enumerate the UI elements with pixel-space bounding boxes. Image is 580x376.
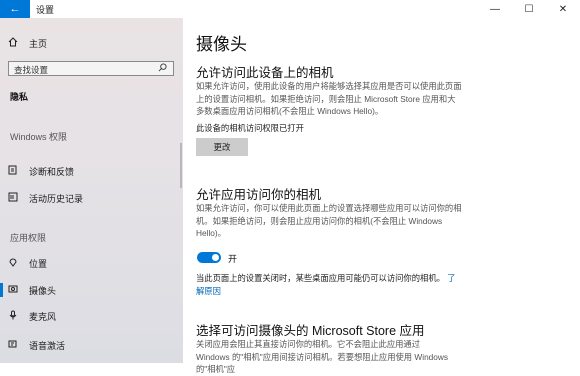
sidebar-scrollbar[interactable] <box>180 143 182 188</box>
sidebar-item-activity-history[interactable]: 活动历史记录 <box>0 191 183 205</box>
sidebar-section-privacy: 隐私 <box>10 92 29 102</box>
app-title: 设置 <box>36 5 55 15</box>
sidebar-item-label: 摄像头 <box>29 285 57 296</box>
back-arrow-icon: ← <box>9 3 21 15</box>
toggle-knob <box>212 254 219 261</box>
sidebar-item-voice-activation[interactable]: 语音激活 <box>0 338 183 352</box>
device-access-status: 此设备的相机访问权限已打开 <box>196 123 304 133</box>
sidebar-section-windows-permissions: Windows 权限 <box>10 132 68 142</box>
camera-icon <box>6 284 20 297</box>
sidebar-item-diagnostics[interactable]: 诊断和反馈 <box>0 164 183 178</box>
search-input[interactable]: 查找设置 <box>8 61 174 76</box>
minimize-icon: — <box>490 3 500 15</box>
window-controls: — ☐ ✕ <box>478 0 580 18</box>
sidebar-item-label: 麦克风 <box>29 311 57 322</box>
sidebar-item-label: 诊断和反馈 <box>29 166 75 177</box>
note-text: 当此页面上的设置关闭时，某些桌面应用可能仍可以访问你的相机。 <box>196 273 445 283</box>
maximize-icon: ☐ <box>524 3 534 15</box>
sidebar-item-label: 位置 <box>29 258 48 269</box>
camera-access-toggle[interactable] <box>197 252 221 263</box>
toggle-state-label: 开 <box>228 254 238 264</box>
sidebar-item-home[interactable]: 主页 <box>0 36 183 50</box>
sidebar-item-label: 主页 <box>29 38 48 49</box>
location-icon <box>6 257 20 270</box>
change-button[interactable]: 更改 <box>196 138 248 156</box>
sidebar-item-label: 语音激活 <box>29 340 66 351</box>
sidebar-section-app-permissions: 应用权限 <box>10 233 47 243</box>
activity-history-icon <box>6 192 20 205</box>
maximize-button[interactable]: ☐ <box>512 0 546 18</box>
desktop-apps-note: 当此页面上的设置关闭时，某些桌面应用可能仍可以访问你的相机。 了解原因 <box>196 272 458 297</box>
section-heading-device-access: 允许访问此设备上的相机 <box>196 66 334 80</box>
sidebar: 主页 查找设置 隐私 Windows 权限 诊断和反馈 活动历史记录 应用权限 … <box>0 18 183 363</box>
section-description-store-apps: 关闭应用会阻止其直接访问你的相机。它不会阻止此应用通过 Windows 的"相机… <box>196 339 449 374</box>
close-icon: ✕ <box>558 3 568 15</box>
sidebar-item-microphone[interactable]: 麦克风 <box>0 309 183 323</box>
section-description-app-access: 如果允许访问，你可以使用此页面上的设置选择哪些应用可以访问你的相机。如果拒绝访问… <box>196 203 462 238</box>
sidebar-item-camera[interactable]: 摄像头 <box>0 283 183 297</box>
search-icon <box>158 63 167 74</box>
minimize-button[interactable]: — <box>478 0 512 18</box>
page-title: 摄像头 <box>196 35 247 54</box>
sidebar-item-location[interactable]: 位置 <box>0 256 183 270</box>
close-button[interactable]: ✕ <box>546 0 580 18</box>
search-placeholder: 查找设置 <box>14 65 49 75</box>
section-heading-app-access: 允许应用访问你的相机 <box>196 188 322 202</box>
home-icon <box>6 36 20 50</box>
section-heading-store-apps: 选择可访问摄像头的 Microsoft Store 应用 <box>196 324 425 338</box>
diagnostics-icon <box>6 165 20 178</box>
microphone-icon <box>6 310 20 323</box>
back-button[interactable]: ← <box>0 0 30 18</box>
section-description-device-access: 如果允许访问，使用此设备的用户将能够选择其应用是否可以使用此页面上的设置访问相机… <box>196 81 462 116</box>
sidebar-item-label: 活动历史记录 <box>29 193 84 204</box>
title-bar: ← 设置 — ☐ ✕ <box>0 0 580 18</box>
voice-activation-icon <box>6 339 20 352</box>
